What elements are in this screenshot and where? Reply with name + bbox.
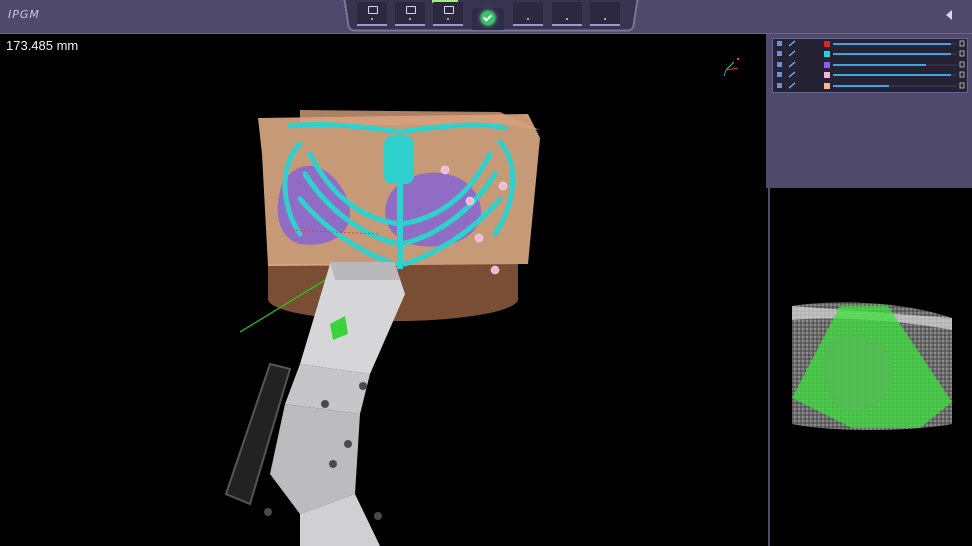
pencil-icon[interactable]: [788, 82, 796, 89]
pencil-icon[interactable]: [788, 40, 796, 47]
robot-icon: [442, 5, 454, 14]
eye-icon[interactable]: [959, 71, 965, 78]
segment-row[interactable]: [773, 81, 967, 91]
check-icon: [481, 11, 495, 25]
visibility-checkbox[interactable]: [777, 51, 782, 57]
workflow-step-3[interactable]: [433, 2, 463, 26]
pencil-icon[interactable]: [788, 50, 796, 57]
color-swatch[interactable]: [824, 72, 830, 79]
segment-list: [772, 38, 968, 93]
ct-slice-view[interactable]: [768, 188, 972, 546]
segmentation-panel: [766, 34, 972, 188]
3d-viewport[interactable]: 173.485 mm: [0, 34, 766, 546]
eye-icon[interactable]: [959, 40, 965, 47]
workflow-step-1[interactable]: [357, 2, 387, 26]
eye-icon[interactable]: [959, 82, 965, 89]
opacity-slider[interactable]: [833, 53, 957, 56]
visibility-checkbox[interactable]: [777, 82, 782, 88]
color-swatch[interactable]: [824, 51, 830, 58]
visibility-checkbox[interactable]: [777, 41, 782, 46]
opacity-slider[interactable]: [833, 43, 957, 45]
visibility-checkbox[interactable]: [777, 61, 782, 67]
opacity-slider[interactable]: [833, 84, 957, 87]
segment-row[interactable]: [773, 49, 967, 59]
segment-row[interactable]: [773, 39, 967, 49]
color-swatch[interactable]: [824, 82, 830, 89]
segment-row[interactable]: [773, 60, 967, 70]
color-swatch[interactable]: [824, 41, 830, 47]
robot-icon: [404, 5, 416, 14]
visibility-checkbox[interactable]: [777, 72, 782, 78]
workflow-step-6[interactable]: [552, 2, 582, 26]
opacity-slider[interactable]: [833, 63, 957, 66]
workflow-step-5[interactable]: [513, 2, 543, 26]
workflow-step-2[interactable]: [395, 2, 425, 26]
color-swatch[interactable]: [824, 61, 830, 68]
robot-icon: [366, 5, 378, 14]
eye-icon[interactable]: [959, 61, 965, 68]
pencil-icon[interactable]: [788, 61, 796, 68]
workflow-step-4[interactable]: [472, 8, 504, 30]
segment-row[interactable]: [773, 70, 967, 80]
pencil-icon[interactable]: [788, 71, 796, 78]
ct-slice-image: [792, 302, 952, 430]
workflow-step-7[interactable]: [590, 2, 620, 26]
opacity-slider[interactable]: [833, 74, 957, 77]
top-toolbar: IPGM: [0, 0, 972, 34]
eye-icon[interactable]: [959, 50, 965, 57]
chevron-left-icon[interactable]: [946, 10, 952, 20]
anatomy-render: [224, 110, 540, 546]
app-logo: IPGM: [8, 8, 40, 21]
